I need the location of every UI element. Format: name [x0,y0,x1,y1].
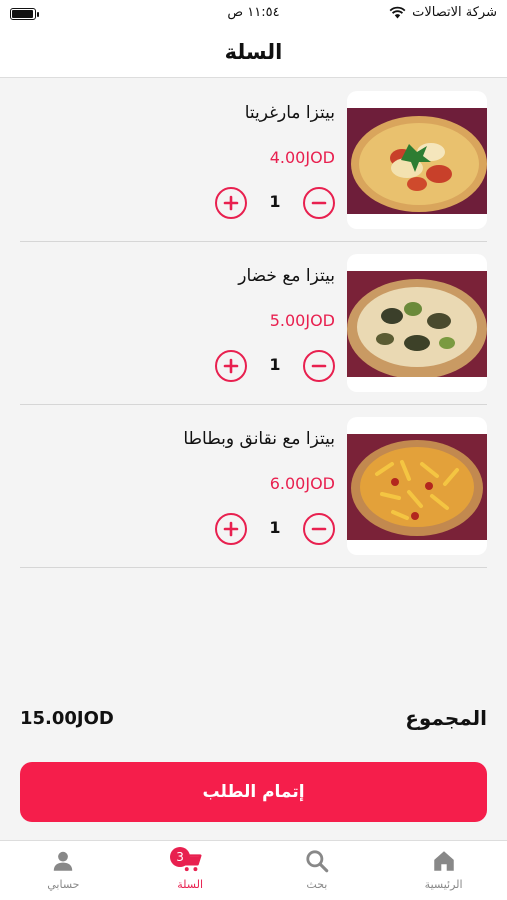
plus-icon [223,195,239,211]
item-price: 6.00JOD [269,474,335,493]
increase-quantity-button[interactable] [215,513,247,545]
pizza-sausage-fries-image [347,434,487,540]
increase-quantity-button[interactable] [215,350,247,382]
tab-account[interactable]: حسابي [0,841,127,900]
cart-list: بيتزا مارغريتا 4.00JOD 1 بيتزا مع خضار 5… [20,79,487,568]
plus-icon [223,358,239,374]
cart-item[interactable]: بيتزا مع خضار 5.00JOD 1 [20,242,487,405]
plus-icon [223,521,239,537]
product-image [347,91,487,229]
quantity-stepper: 1 [215,350,335,382]
minus-icon [311,527,327,531]
item-name: بيتزا مع خضار [238,266,335,286]
product-image [347,417,487,555]
minus-icon [311,201,327,205]
cart-item[interactable]: بيتزا مارغريتا 4.00JOD 1 [20,79,487,242]
item-price: 5.00JOD [269,311,335,330]
total-value: 15.00JOD [20,708,114,729]
product-image [347,254,487,392]
tab-label: الرئيسية [424,878,463,891]
increase-quantity-button[interactable] [215,187,247,219]
status-time: ١١:٥٤ ص [227,5,280,20]
tab-home[interactable]: الرئيسية [380,841,507,900]
cart-item[interactable]: بيتزا مع نقانق وبطاطا 6.00JOD 1 [20,405,487,568]
checkout-button[interactable]: إتمام الطلب [20,762,487,822]
tab-label: بحث [306,878,328,891]
item-name: بيتزا مارغريتا [244,103,335,123]
tab-search[interactable]: بحث [254,841,381,900]
cart-badge: 3 [170,847,191,867]
battery-level [12,10,33,18]
search-icon [306,850,329,873]
decrease-quantity-button[interactable] [303,187,335,219]
tab-label: السلة [177,878,203,891]
quantity-stepper: 1 [215,513,335,545]
page-title: السلة [224,40,283,64]
total-label: المجموع [405,706,487,730]
quantity-value: 1 [269,192,281,211]
item-price: 4.00JOD [269,148,335,167]
battery-icon [10,8,39,20]
minus-icon [311,364,327,368]
tab-bar: الرئيسية بحث 3 السلة حسابي [0,840,507,900]
user-icon [54,851,73,871]
pizza-vegetable-image [347,271,487,377]
home-icon [433,851,454,871]
item-name: بيتزا مع نقانق وبطاطا [183,429,335,449]
pizza-margherita-image [347,108,487,214]
tab-label: حسابي [47,878,80,891]
decrease-quantity-button[interactable] [303,350,335,382]
status-bar: شركة الاتصالات ١١:٥٤ ص [0,0,507,30]
nav-bar: السلة [0,30,507,78]
quantity-value: 1 [269,518,281,537]
quantity-stepper: 1 [215,187,335,219]
quantity-value: 1 [269,355,281,374]
tab-cart[interactable]: 3 السلة [127,841,254,900]
decrease-quantity-button[interactable] [303,513,335,545]
